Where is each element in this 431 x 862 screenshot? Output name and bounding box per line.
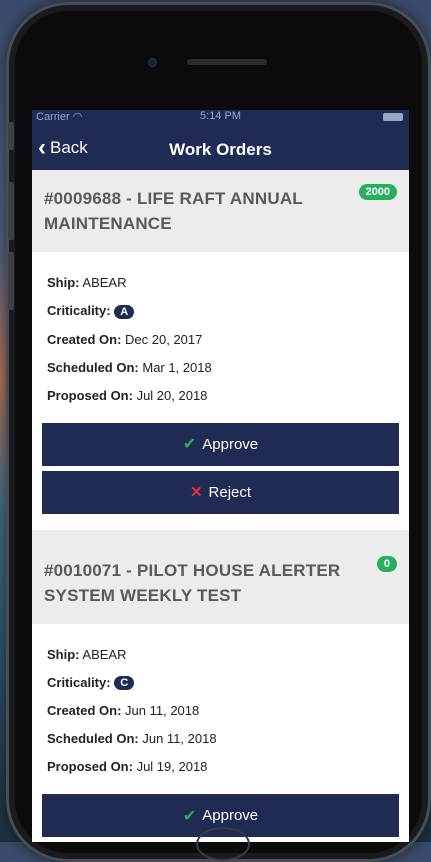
scheduled-row: Scheduled On: Mar 1, 2018	[47, 360, 394, 375]
battery-icon	[383, 113, 403, 121]
x-icon: ✕	[189, 484, 203, 502]
approve-button[interactable]: ✔ Approve	[42, 422, 399, 466]
proposed-label: Proposed On:	[47, 387, 133, 403]
scheduled-row: Scheduled On: Jun 11, 2018	[47, 731, 394, 746]
created-value: Jun 11, 2018	[125, 703, 200, 719]
work-order-card: #0010071 - PILOT HOUSE ALERTER SYSTEM WE…	[32, 541, 409, 842]
created-row: Created On: Jun 11, 2018	[47, 703, 394, 718]
created-label: Created On:	[47, 703, 122, 719]
checkmark-icon: ✔	[182, 807, 197, 825]
ship-label: Ship:	[47, 275, 80, 290]
created-label: Created On:	[47, 331, 122, 347]
approve-label: Approve	[202, 435, 259, 453]
scheduled-label: Scheduled On:	[47, 359, 139, 375]
work-order-card: #0009688 - LIFE RAFT ANNUAL MAINTENANCE …	[32, 170, 409, 530]
work-order-details: Ship: ABEAR Criticality: C Created On: J…	[32, 624, 409, 842]
work-order-header[interactable]: #0009688 - LIFE RAFT ANNUAL MAINTENANCE …	[32, 170, 409, 252]
proposed-row: Proposed On: Jul 19, 2018	[47, 759, 394, 774]
criticality-label: Criticality:	[47, 303, 111, 318]
criticality-row: Criticality: C	[47, 675, 394, 691]
earpiece-speaker	[187, 59, 267, 65]
ship-row: Ship: ABEAR	[47, 647, 394, 662]
navigation-bar: ‹ Back Work Orders	[32, 124, 409, 170]
created-row: Created On: Dec 20, 2017	[47, 332, 394, 347]
ship-row: Ship: ABEAR	[47, 275, 394, 290]
checkmark-icon: ✔	[182, 436, 197, 454]
status-bar: Carrier ◠ 5:14 PM	[32, 110, 409, 124]
approve-label: Approve	[202, 807, 259, 825]
scheduled-label: Scheduled On:	[47, 731, 139, 747]
count-badge: 0	[376, 555, 397, 572]
reject-button[interactable]: ✕ Reject	[42, 470, 399, 514]
created-value: Dec 20, 2017	[125, 331, 203, 347]
work-order-title: #0010071 - PILOT HOUSE ALERTER SYSTEM WE…	[44, 560, 341, 605]
work-order-header[interactable]: #0010071 - PILOT HOUSE ALERTER SYSTEM WE…	[32, 541, 409, 624]
mute-switch	[8, 122, 14, 150]
action-buttons: ✔ Approve ✕ Reject	[42, 422, 399, 514]
volume-down-button	[8, 252, 14, 310]
criticality-badge: C	[114, 676, 135, 691]
ship-value: ABEAR	[82, 646, 127, 662]
proposed-row: Proposed On: Jul 20, 2018	[47, 388, 394, 403]
status-time: 5:14 PM	[200, 110, 241, 122]
reject-label: Reject	[208, 483, 252, 501]
work-order-details: Ship: ABEAR Criticality: A Created On: D…	[32, 252, 409, 530]
scheduled-value: Jun 11, 2018	[142, 731, 217, 747]
criticality-badge: A	[114, 304, 135, 319]
proposed-value: Jul 19, 2018	[136, 759, 208, 775]
criticality-label: Criticality:	[47, 674, 111, 690]
home-button	[196, 827, 250, 861]
scheduled-value: Mar 1, 2018	[142, 359, 212, 375]
ship-value: ABEAR	[82, 275, 127, 290]
proposed-value: Jul 20, 2018	[136, 387, 208, 403]
work-order-title: #0009688 - LIFE RAFT ANNUAL MAINTENANCE	[44, 189, 303, 233]
app-screen: Carrier ◠ 5:14 PM ‹ Back Work Orders #00…	[32, 110, 409, 842]
criticality-row: Criticality: A	[47, 303, 394, 319]
count-badge: 2000	[358, 184, 397, 200]
ship-label: Ship:	[47, 646, 80, 662]
front-camera	[148, 58, 157, 67]
volume-up-button	[8, 182, 14, 240]
page-title: Work Orders	[169, 140, 272, 159]
proposed-label: Proposed On:	[47, 759, 133, 775]
